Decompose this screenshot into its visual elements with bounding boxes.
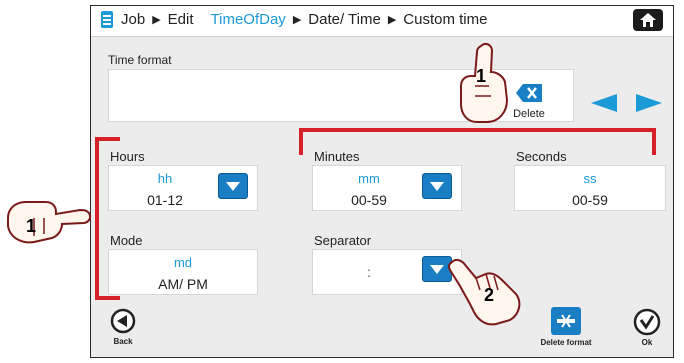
breadcrumb-arrow-icon: ▶ xyxy=(292,14,302,26)
ok-label: Ok xyxy=(641,338,653,347)
minutes-dropdown-button[interactable] xyxy=(422,173,452,199)
minutes-label: Minutes xyxy=(314,149,360,164)
breadcrumb-job[interactable]: Job xyxy=(121,11,145,28)
hours-label: Hours xyxy=(110,149,145,164)
breadcrumb-arrow-icon: ▶ xyxy=(152,14,161,26)
left-arrow-icon[interactable] xyxy=(591,94,617,112)
chevron-down-icon xyxy=(226,181,240,191)
breadcrumb-date-time[interactable]: Date/ Time xyxy=(308,11,381,28)
seconds-range: 00-59 xyxy=(572,192,608,208)
breadcrumb-arrow-icon: ▶ xyxy=(387,14,397,26)
separator-label: Separator xyxy=(314,233,372,248)
callout-number-1-top: 1 xyxy=(476,66,487,86)
mode-label: Mode xyxy=(110,233,143,248)
back-label: Back xyxy=(113,337,133,346)
breadcrumb-timeofday[interactable]: TimeOfDay xyxy=(211,11,286,28)
time-format-label: Time format xyxy=(108,53,172,67)
highlight-bracket-left-bottom xyxy=(95,296,120,300)
callout-number-2: 2 xyxy=(484,285,495,305)
mode-range: AM/ PM xyxy=(158,276,208,292)
minutes-range: 00-59 xyxy=(351,192,387,208)
backspace-icon xyxy=(516,84,542,102)
highlight-bracket-top-left xyxy=(299,128,303,155)
chevron-down-icon xyxy=(430,264,444,274)
right-arrow-icon[interactable] xyxy=(636,94,662,112)
checkmark-icon xyxy=(633,308,661,336)
pointing-hand-icon xyxy=(7,201,92,244)
ok-button[interactable]: Ok xyxy=(629,308,665,347)
breadcrumb: Job ▶ Edit TimeOfDay ▶ Date/ Time ▶ Cust… xyxy=(101,11,487,28)
delete-label: Delete xyxy=(513,108,545,120)
seconds-code: ss xyxy=(583,171,597,186)
hours-code: hh xyxy=(157,171,173,186)
back-button[interactable]: Back xyxy=(105,308,141,346)
highlight-bracket-top xyxy=(299,128,656,132)
hours-dropdown-button[interactable] xyxy=(218,173,248,199)
minutes-code: mm xyxy=(358,171,380,186)
breadcrumb-custom-time: Custom time xyxy=(403,11,488,28)
home-button[interactable] xyxy=(633,9,663,31)
mode-field[interactable]: md AM/ PM xyxy=(108,249,258,295)
callout-number-1-left: 1 xyxy=(26,216,37,236)
touch-screen: Job ▶ Edit TimeOfDay ▶ Date/ Time ▶ Cust… xyxy=(90,5,674,358)
job-icon xyxy=(101,11,113,28)
highlight-bracket-top-right xyxy=(652,128,656,155)
top-bar: Job ▶ Edit TimeOfDay ▶ Date/ Time ▶ Cust… xyxy=(91,6,673,37)
home-icon xyxy=(640,13,656,27)
back-arrow-icon xyxy=(110,308,136,334)
seconds-field[interactable]: ss 00-59 xyxy=(514,165,666,211)
highlight-bracket-left xyxy=(95,137,99,300)
mode-code: md xyxy=(173,255,193,270)
separator-value: : xyxy=(367,264,371,280)
delete-format-label: Delete format xyxy=(540,338,592,347)
hours-range: 01-12 xyxy=(147,192,183,208)
highlight-bracket-left-top xyxy=(95,137,120,141)
chevron-down-icon xyxy=(430,181,444,191)
seconds-label: Seconds xyxy=(516,149,567,164)
delete-format-button[interactable]: Delete format xyxy=(536,307,596,347)
delete-format-icon xyxy=(551,307,581,335)
breadcrumb-edit[interactable]: Edit xyxy=(168,11,194,28)
delete-button[interactable]: Delete xyxy=(507,84,551,120)
